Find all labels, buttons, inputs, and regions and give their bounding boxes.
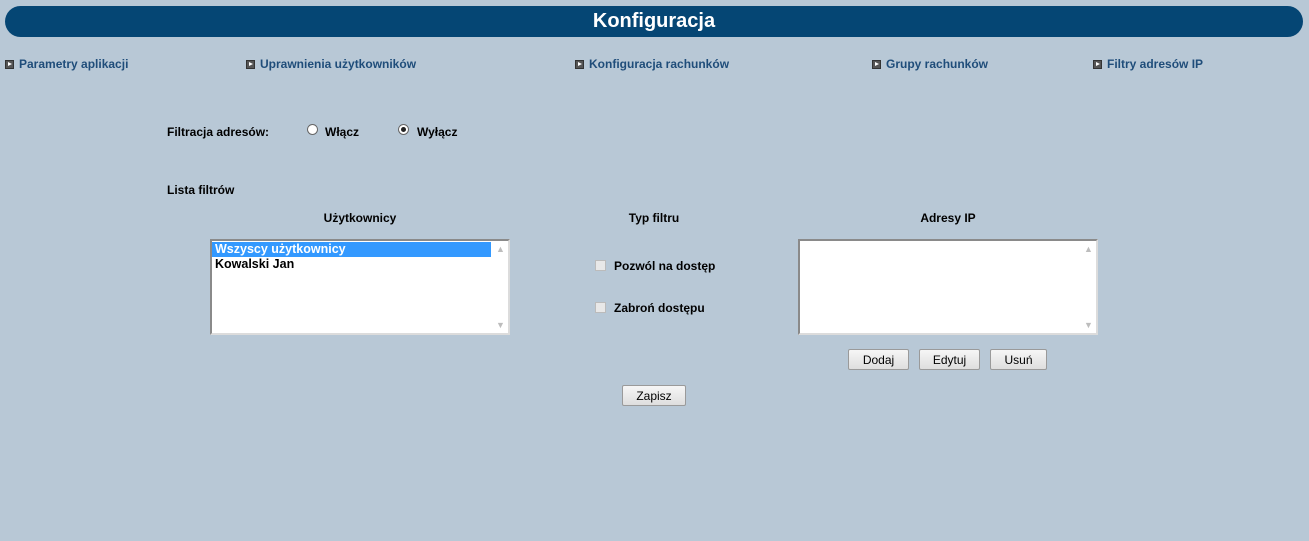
filter-list-title: Lista filtrów	[167, 183, 235, 197]
users-scrollbar[interactable]: ▲ ▼	[492, 241, 508, 333]
add-button[interactable]: Dodaj	[848, 349, 909, 370]
chevron-up-icon[interactable]: ▲	[1084, 244, 1093, 254]
remove-button[interactable]: Usuń	[990, 349, 1047, 370]
arrow-right-icon	[246, 59, 255, 69]
radio-disable-label[interactable]: Wyłącz	[417, 125, 457, 139]
filtering-label: Filtracja adresów:	[167, 125, 270, 139]
radio-enable-label[interactable]: Włącz	[325, 125, 359, 139]
ip-scrollbar[interactable]: ▲ ▼	[1080, 241, 1096, 333]
radio-disable[interactable]	[398, 124, 409, 135]
nav-link-label: Konfiguracja rachunków	[589, 57, 730, 71]
filter-type-column-header: Typ filtru	[628, 211, 680, 225]
nav-link-label: Grupy rachunków	[886, 57, 989, 71]
arrow-right-icon	[872, 59, 881, 69]
chevron-up-icon[interactable]: ▲	[496, 244, 505, 254]
users-listbox[interactable]: Wszyscy użytkownicy Kowalski Jan ▲ ▼	[210, 239, 510, 335]
save-button[interactable]: Zapisz	[622, 385, 686, 406]
allow-access-checkbox[interactable]	[595, 260, 606, 271]
chevron-down-icon[interactable]: ▼	[1084, 320, 1093, 330]
ip-column-header: Adresy IP	[920, 211, 976, 225]
radio-enable[interactable]	[307, 124, 318, 135]
users-column-header: Użytkownicy	[323, 211, 397, 225]
arrow-right-icon	[1093, 59, 1102, 69]
nav-link-ip-filters[interactable]: Filtry adresów IP	[1093, 56, 1203, 72]
nav-link-account-config[interactable]: Konfiguracja rachunków	[575, 56, 729, 72]
nav-link-account-groups[interactable]: Grupy rachunków	[872, 56, 988, 72]
arrow-right-icon	[575, 59, 584, 69]
nav-link-label: Parametry aplikacji	[19, 57, 129, 71]
ip-addresses-listbox[interactable]: ▲ ▼	[798, 239, 1098, 335]
list-item-all-users[interactable]: Wszyscy użytkownicy	[212, 242, 491, 257]
deny-access-label: Zabroń dostępu	[614, 301, 705, 315]
nav-link-user-permissions[interactable]: Uprawnienia użytkowników	[246, 56, 416, 72]
list-item-user[interactable]: Kowalski Jan	[212, 257, 491, 272]
allow-access-label: Pozwól na dostęp	[614, 259, 716, 273]
page-title: Konfiguracja	[5, 6, 1303, 37]
deny-access-checkbox[interactable]	[595, 302, 606, 313]
page-title-text: Konfiguracja	[592, 10, 716, 32]
nav-link-app-parameters[interactable]: Parametry aplikacji	[5, 56, 128, 72]
chevron-down-icon[interactable]: ▼	[496, 320, 505, 330]
nav-link-label: Uprawnienia użytkowników	[260, 57, 417, 71]
arrow-right-icon	[5, 59, 14, 69]
nav-link-label: Filtry adresów IP	[1107, 57, 1204, 71]
edit-button[interactable]: Edytuj	[919, 349, 980, 370]
